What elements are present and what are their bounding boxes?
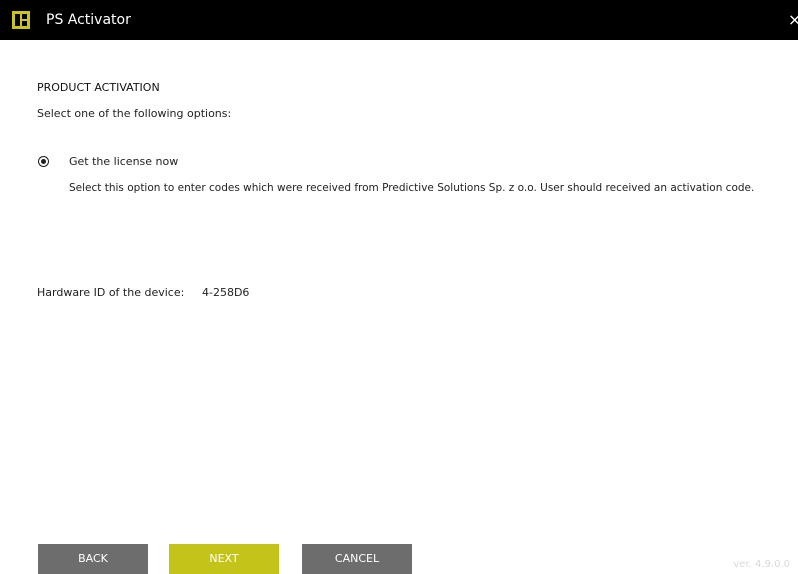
license-now-radio[interactable] <box>38 156 49 167</box>
activator-window: PS Activator × PRODUCT ACTIVATION Select… <box>0 0 798 574</box>
license-now-label[interactable]: Get the license now <box>69 154 178 170</box>
hardware-id-value: 4-258D6 <box>202 286 250 299</box>
cancel-button[interactable]: CANCEL <box>302 544 412 574</box>
back-button[interactable]: BACK <box>38 544 148 574</box>
radio-selected-icon <box>41 159 46 164</box>
title-bar: PS Activator × <box>0 0 798 40</box>
hardware-id-label: Hardware ID of the device: <box>37 286 185 299</box>
next-button[interactable]: NEXT <box>169 544 279 574</box>
instructions-text: Select one of the following options: <box>37 107 232 120</box>
license-now-description: Select this option to enter codes which … <box>69 182 755 194</box>
version-label: ver. 4.9.0.0 <box>733 559 790 570</box>
app-logo-icon <box>12 11 30 29</box>
close-icon[interactable]: × <box>788 10 798 30</box>
page-heading: PRODUCT ACTIVATION <box>37 81 160 94</box>
window-title: PS Activator <box>46 12 131 28</box>
